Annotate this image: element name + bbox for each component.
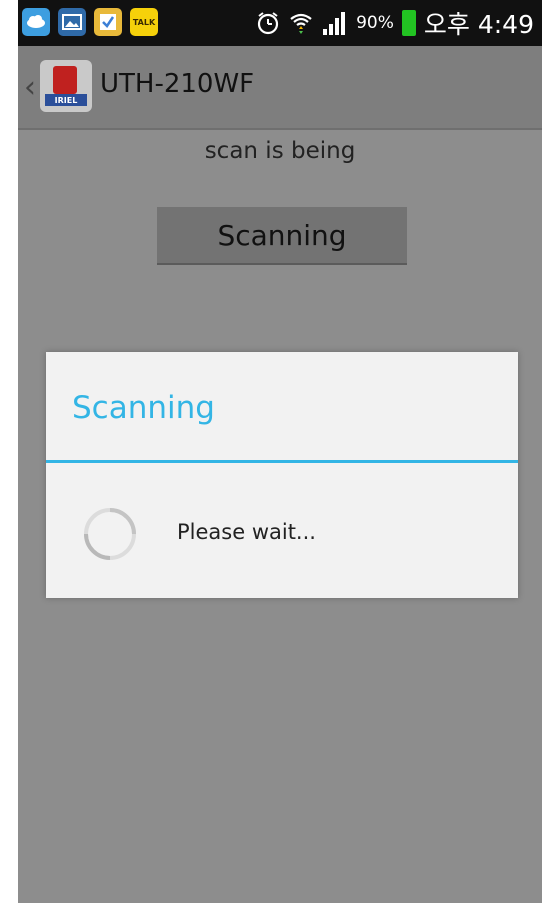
app-logo-icon[interactable]: IRIEL [40,60,92,112]
gallery-icon [58,8,86,36]
phone-screen: TALK 90% 오후 4:49 ‹ IRIEL UTH-210WF scan … [18,0,542,903]
app-title: UTH-210WF [100,69,255,99]
status-bar-right: 90% 오후 4:49 [256,0,534,46]
battery-percent: 90% [356,13,394,33]
dialog-title: Scanning [72,390,215,426]
app-logo-mark [53,66,77,94]
scan-status-text: scan is being [204,138,356,164]
dialog-divider [46,460,518,463]
loading-spinner-icon [84,508,136,560]
cloud-notification-icon [22,8,50,36]
app-logo-brand: IRIEL [45,94,87,106]
scanning-button[interactable]: Scanning [157,207,407,265]
talk-label: TALK [132,17,156,27]
battery-icon [401,10,416,36]
action-bar[interactable]: ‹ IRIEL UTH-210WF [18,46,542,130]
progress-dialog: Scanning Please wait... [46,352,518,598]
status-bar: TALK 90% 오후 4:49 [18,0,542,46]
back-chevron-icon[interactable]: ‹ [24,70,36,105]
signal-strength-icon [322,10,348,36]
dialog-message: Please wait... [177,520,316,544]
alarm-icon [256,11,280,35]
kakaotalk-icon: TALK [130,8,158,36]
memo-icon [94,8,122,36]
clock: 오후 4:49 [423,10,534,39]
wifi-icon [288,10,314,36]
